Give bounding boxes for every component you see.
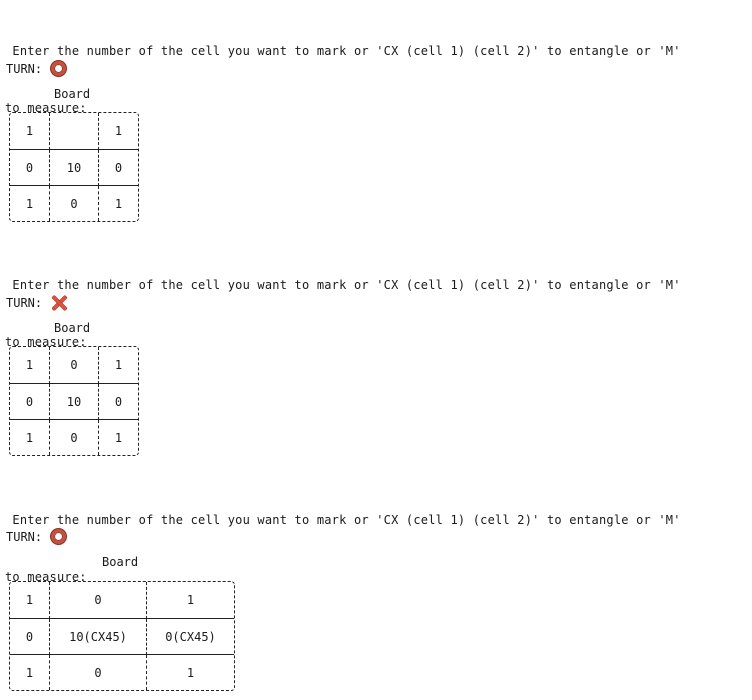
board-cell[interactable]: 10(CX45) (50, 619, 147, 655)
turn-indicator: TURN: (6, 529, 67, 544)
circle-o-icon (51, 529, 67, 544)
board-cell[interactable]: 10 (50, 384, 99, 420)
board-cell[interactable]: 0 (50, 655, 147, 690)
board-cell[interactable]: 0 (50, 582, 147, 619)
board-cell[interactable]: 1 (10, 186, 50, 221)
board-cell[interactable]: 0(CX45) (147, 619, 234, 655)
turn-label: TURN: (6, 296, 43, 310)
board-cell[interactable]: 0 (10, 384, 50, 420)
board-row: 1 0 1 (10, 420, 138, 455)
board-cell[interactable] (50, 113, 99, 150)
game-board: 1 0 1 0 10 0 1 0 1 (9, 346, 139, 456)
cross-x-icon (51, 295, 67, 311)
board-cell[interactable]: 0 (10, 150, 50, 186)
turn-label: TURN: (6, 61, 43, 76)
board-row: 1 0 1 (10, 582, 234, 619)
circle-o-icon (51, 61, 67, 76)
turn-label: TURN: (6, 529, 43, 544)
board-cell[interactable]: 1 (10, 582, 50, 619)
board-row: 1 0 1 (10, 347, 138, 384)
board-cell[interactable]: 1 (147, 582, 234, 619)
board-row: 0 10 0 (10, 384, 138, 420)
turn-indicator: TURN: (6, 295, 67, 311)
board-cell[interactable]: 0 (99, 150, 138, 186)
board-cell[interactable]: 1 (99, 186, 138, 221)
board-cell[interactable]: 1 (10, 655, 50, 690)
board-row: 0 10 0 (10, 150, 138, 186)
board-cell[interactable]: 1 (10, 113, 50, 150)
board-cell[interactable]: 10 (50, 150, 99, 186)
game-board: 1 0 1 0 10(CX45) 0(CX45) 1 0 1 (9, 581, 235, 691)
board-cell[interactable]: 1 (10, 420, 50, 455)
board-title: Board (54, 87, 91, 101)
board-cell[interactable]: 0 (50, 420, 99, 455)
board-title: Board (102, 555, 139, 569)
prompt-line-1: Enter the number of the cell you want to… (5, 513, 681, 527)
board-row: 1 0 1 (10, 655, 234, 690)
board-title: Board (54, 321, 91, 335)
board-cell[interactable]: 0 (50, 186, 99, 221)
board-row: 0 10(CX45) 0(CX45) (10, 619, 234, 655)
prompt-line-1: Enter the number of the cell you want to… (5, 44, 681, 58)
board-cell[interactable]: 0 (50, 347, 99, 384)
board-row: 1 0 1 (10, 186, 138, 221)
board-cell[interactable]: 1 (99, 420, 138, 455)
turn-indicator: TURN: (6, 61, 67, 76)
board-cell[interactable]: 1 (10, 347, 50, 384)
board-row: 1 1 (10, 113, 138, 150)
board-cell[interactable]: 1 (99, 347, 138, 384)
board-cell[interactable]: 0 (10, 619, 50, 655)
board-cell[interactable]: 1 (147, 655, 234, 690)
board-cell[interactable]: 0 (99, 384, 138, 420)
board-cell[interactable]: 1 (99, 113, 138, 150)
game-board: 1 1 0 10 0 1 0 1 (9, 112, 139, 222)
prompt-line-1: Enter the number of the cell you want to… (5, 278, 681, 292)
